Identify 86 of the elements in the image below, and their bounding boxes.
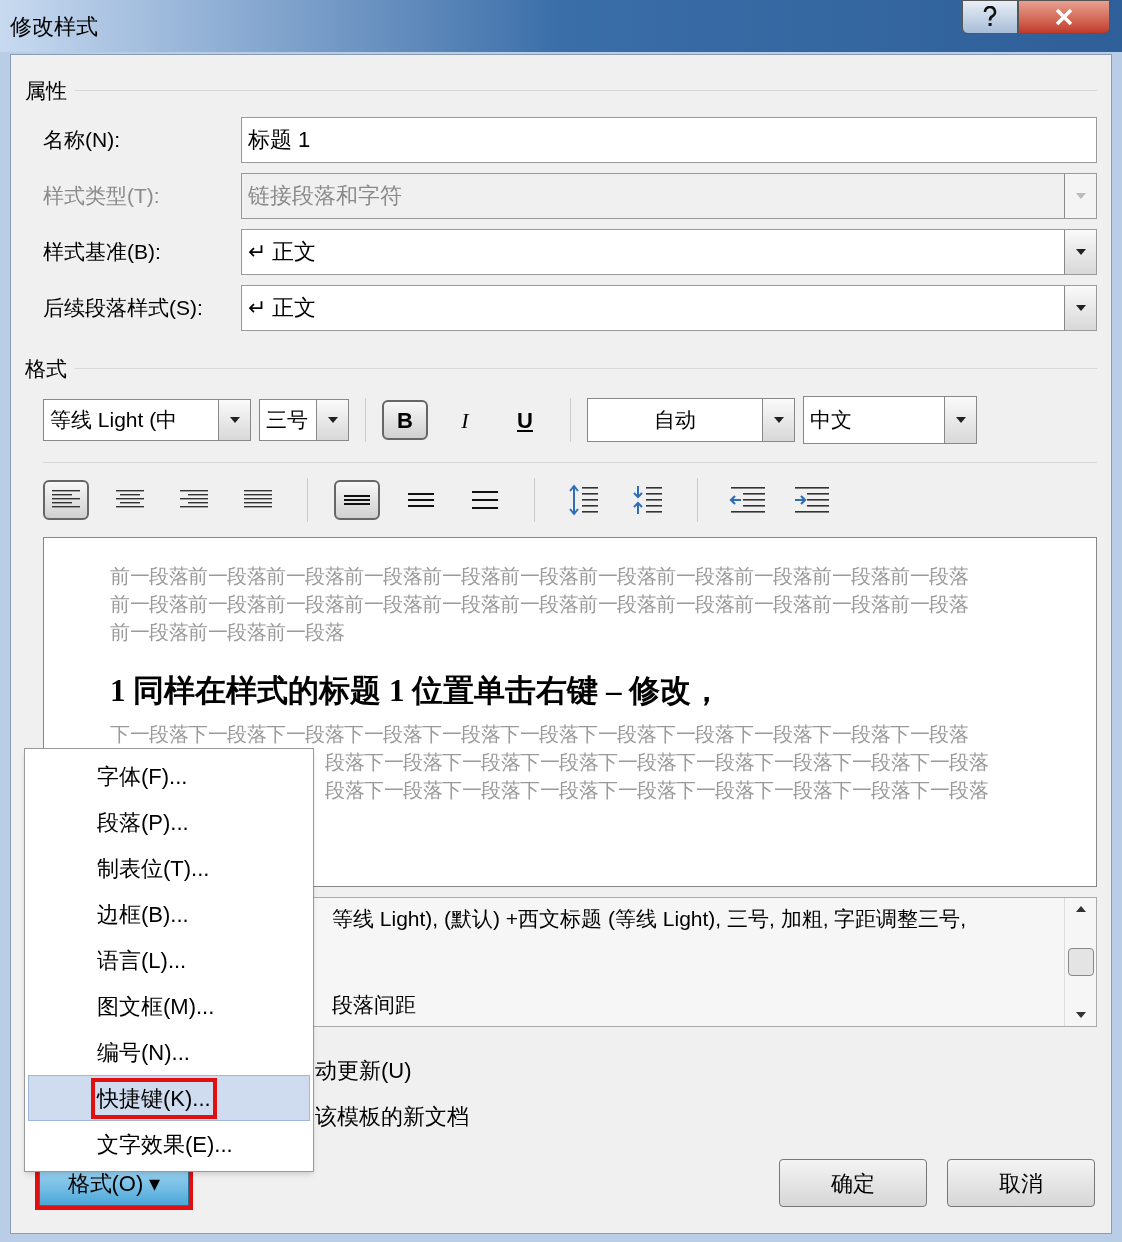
window-title: 修改样式 [10, 12, 98, 41]
field-value: 三号 [265, 407, 309, 434]
underline-button[interactable]: U [502, 400, 548, 440]
help-button[interactable] [962, 0, 1018, 34]
field-value: ↵ 正文 [247, 238, 318, 266]
preview-text: 段落下一段落下一段落下一段落下一段落下一段落下一段落下一段落下一段落 [325, 778, 988, 803]
menu-item[interactable]: 语言(L)... [28, 937, 310, 983]
preview-text: 前一段落前一段落前一段落 [110, 620, 345, 645]
line-spacing-button[interactable] [334, 480, 380, 520]
align-justify-icon [244, 490, 272, 510]
menu-item-label: 段落(P)... [96, 808, 190, 837]
paragraph-spacing-icon [568, 484, 600, 516]
option-label: 动更新(U) [315, 1057, 413, 1085]
menu-item-label: 编号(N)... [96, 1038, 191, 1067]
ok-button[interactable]: 确定 [779, 1159, 927, 1207]
input-field[interactable]: 标题 1 [241, 116, 1097, 163]
dropdown-button[interactable] [316, 400, 348, 440]
dropdown-arrow-icon [327, 417, 338, 423]
preview-text: 下一段落下一段落下一段落下一段落下一段落下一段落下一段落下一段落下一段落下一段落下一段落 [110, 722, 968, 747]
field-value: 中文 [809, 407, 853, 434]
field-value: ↵ 正文 [247, 294, 318, 322]
close-button[interactable] [1018, 0, 1110, 34]
preview-text: 前一段落前一段落前一段落前一段落前一段落前一段落前一段落前一段落前一段落前一段落前一段落 [110, 564, 969, 589]
menu-item[interactable]: 边框(B)... [28, 891, 310, 937]
dropdown-arrow-icon [1075, 248, 1086, 255]
menu-item-label: 制表位(T)... [96, 854, 211, 883]
dropdown-arrow-icon [229, 417, 240, 423]
menu-item-label: 语言(L)... [96, 946, 188, 975]
dropdown-button[interactable] [1064, 285, 1096, 330]
field-value: 自动 [653, 407, 697, 434]
menu-item-label: 字体(F)... [96, 762, 189, 791]
menu-item[interactable]: 编号(N)... [28, 1029, 310, 1075]
dropdown-arrow-icon [955, 417, 966, 423]
paragraph-spacing-icon [632, 484, 664, 516]
section-heading: 格式 [25, 355, 67, 382]
field-value: 等线 Light (中 [49, 407, 179, 434]
size-dropdown[interactable]: 三号 [259, 399, 349, 441]
align-left-icon [52, 490, 80, 510]
language-dropdown[interactable]: 中文 [803, 396, 977, 444]
dropdown-arrow-icon [1075, 304, 1086, 311]
dropdown-field[interactable]: ↵ 正文 [241, 228, 1097, 275]
field-label: 名称(N): [42, 126, 121, 153]
menu-item[interactable]: 字体(F)... [28, 753, 310, 799]
scroll-down-icon [1075, 1012, 1086, 1018]
dropdown-button[interactable] [1064, 229, 1096, 274]
dropdown-button[interactable] [218, 400, 250, 440]
align-button[interactable] [43, 480, 89, 520]
align-center-icon [116, 490, 144, 510]
menu-item[interactable]: 制表位(T)... [28, 845, 310, 891]
description-text: 段落间距 [332, 992, 417, 1018]
field-label: 样式基准(B): [42, 238, 162, 265]
menu-item[interactable]: 图文框(M)... [28, 983, 310, 1029]
preview-text: 前一段落前一段落前一段落前一段落前一段落前一段落前一段落前一段落前一段落前一段落前一段落 [110, 592, 969, 617]
scroll-up-icon [1075, 906, 1086, 912]
dropdown-field[interactable]: ↵ 正文 [241, 284, 1097, 331]
menu-item[interactable]: 段落(P)... [28, 799, 310, 845]
scroll-thumb[interactable] [1067, 948, 1094, 976]
dropdown-arrow-icon [1075, 192, 1086, 199]
preview-heading: 1 同样在样式的标题 1 位置单击右键 – 修改， [110, 672, 724, 710]
outdent-icon [729, 487, 765, 513]
description-text: 等线 Light), (默认) +西文标题 (等线 Light), 三号, 加粗, 字距调整三号, [332, 906, 968, 932]
dropdown-arrow-icon [773, 417, 784, 423]
field-label: 样式类型(T): [42, 182, 161, 209]
field-value: 链接段落和字符 [247, 182, 403, 210]
cancel-button[interactable]: 取消 [947, 1159, 1095, 1207]
line-spacing-icon [472, 490, 498, 510]
menu-item-label: 边框(B)... [96, 900, 190, 929]
menu-item-label: 图文框(M)... [96, 992, 216, 1021]
preview-text: 段落下一段落下一段落下一段落下一段落下一段落下一段落下一段落下一段落 [325, 750, 988, 775]
field-label: 后续段落样式(S): [42, 294, 204, 321]
line-spacing-icon [408, 490, 434, 510]
font-dropdown[interactable]: 等线 Light (中 [43, 399, 251, 441]
field-value: 标题 1 [247, 126, 312, 154]
menu-item-label: 文字效果(E)... [96, 1130, 234, 1159]
bold-button[interactable]: B [382, 400, 428, 440]
italic-button[interactable]: I [442, 400, 488, 440]
align-right-icon [180, 490, 208, 510]
help-icon [983, 6, 997, 28]
option-label: 该模板的新文档 [315, 1103, 470, 1131]
menu-item[interactable]: 快捷键(K)... [28, 1075, 310, 1121]
color-dropdown[interactable]: 自动 [587, 398, 795, 442]
indent-icon [793, 487, 829, 513]
dropdown-button[interactable] [944, 397, 976, 443]
section-heading: 属性 [25, 78, 67, 104]
close-icon [1054, 8, 1074, 26]
dropdown-button[interactable] [762, 399, 794, 441]
